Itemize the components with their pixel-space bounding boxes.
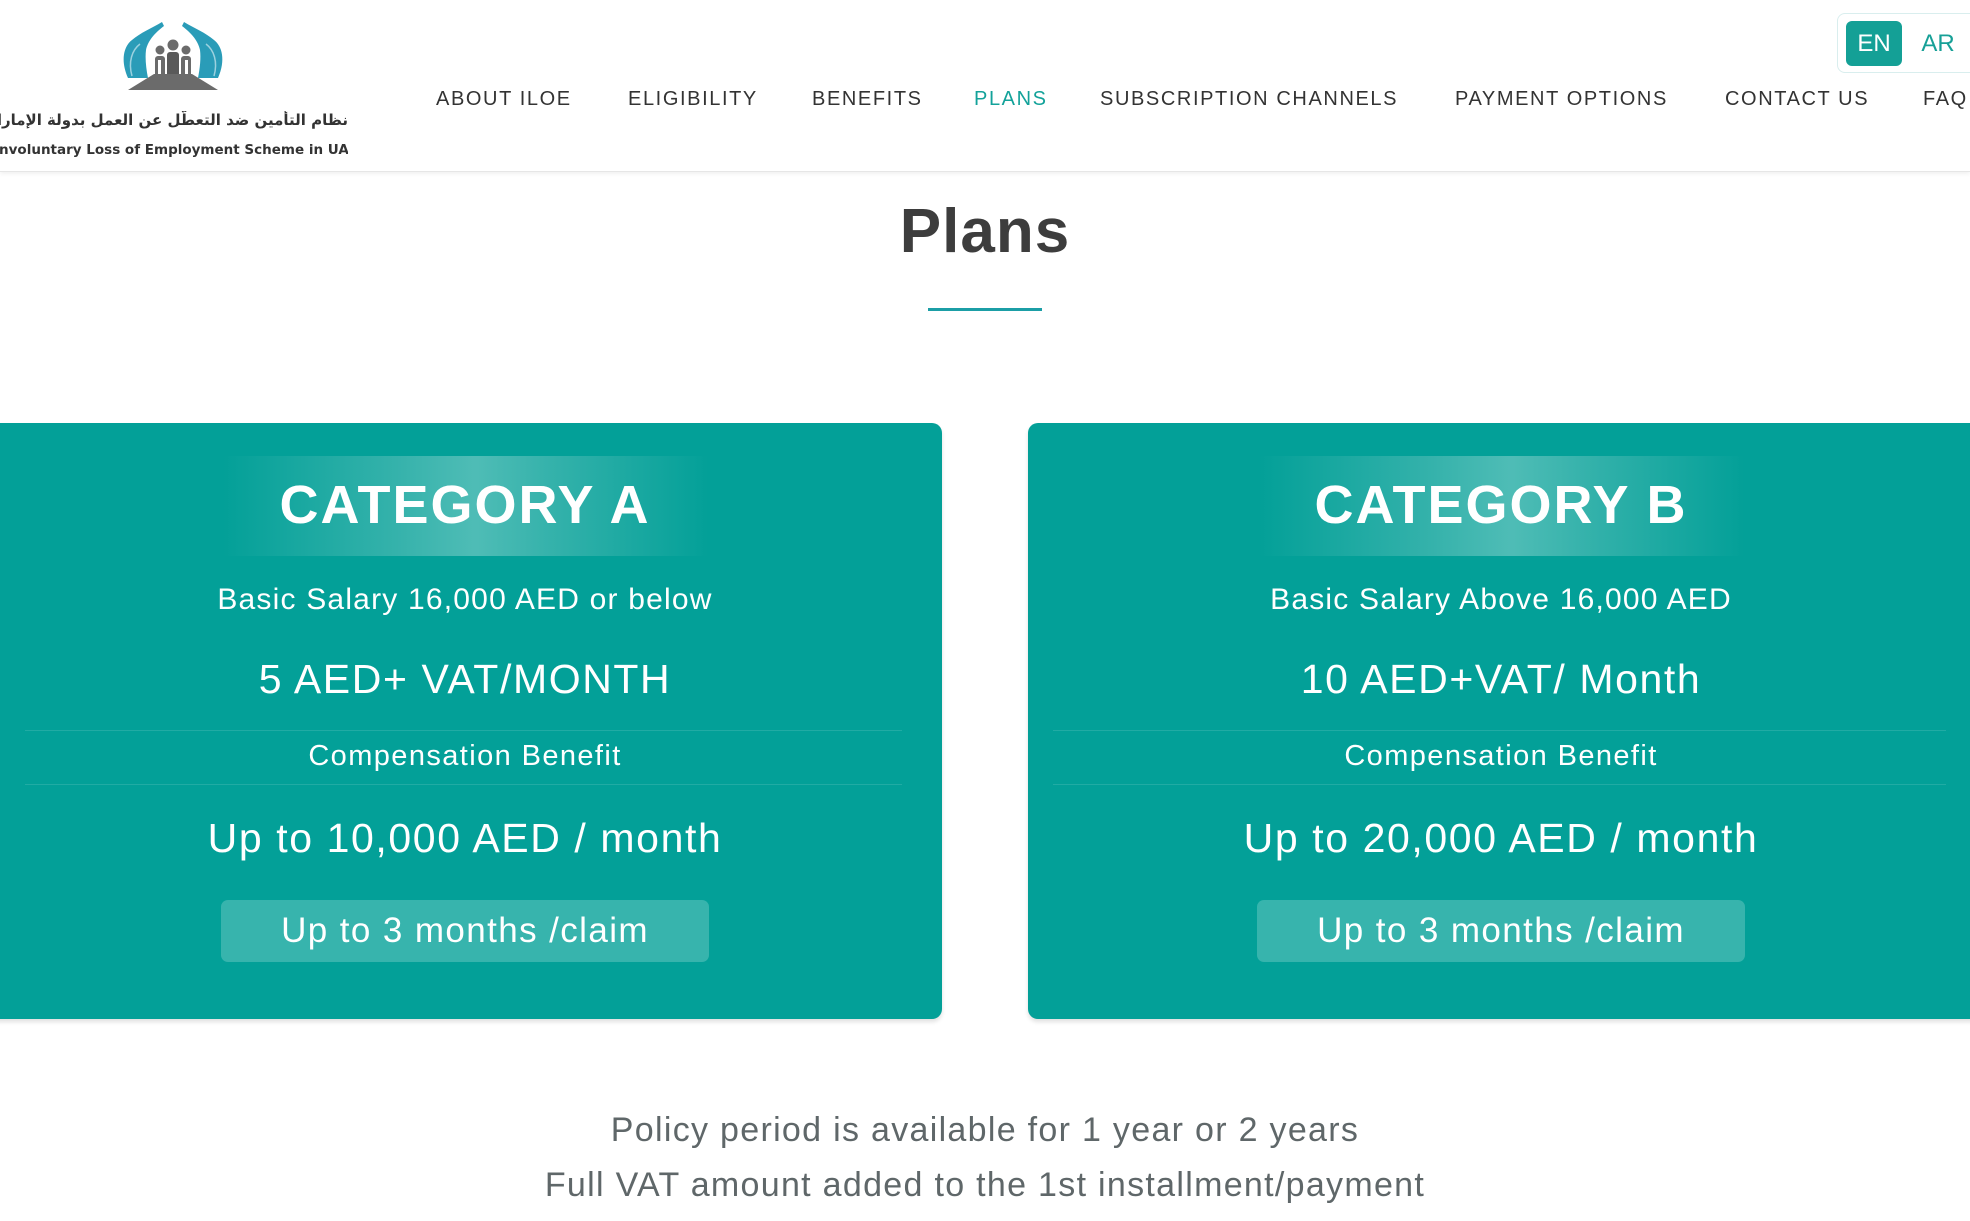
plan-price: 10 AED+VAT/ Month — [1300, 656, 1702, 702]
language-en-button[interactable]: EN — [1846, 21, 1902, 66]
plan-price: 5 AED+ VAT/MONTH — [258, 656, 672, 702]
nav-item-contact-us[interactable]: CONTACT US — [1725, 88, 1869, 111]
language-ar-button[interactable]: AR — [1910, 21, 1966, 66]
plan-claim-duration-badge: Up to 3 months /claim — [1257, 900, 1745, 962]
nav-item-faq[interactable]: FAQ — [1923, 88, 1968, 111]
plan-salary-range: Basic Salary 16,000 AED or below — [217, 583, 713, 616]
plan-card-category-a: CATEGORY A Basic Salary 16,000 AED or be… — [0, 423, 942, 1019]
plan-salary-range: Basic Salary Above 16,000 AED — [1270, 583, 1732, 616]
site-logo[interactable]: نظام التأمين ضد التعطّل عن العمل بدولة ا… — [0, 14, 360, 164]
plan-benefit-amount: Up to 20,000 AED / month — [1243, 815, 1759, 861]
logo-text-arabic: نظام التأمين ضد التعطّل عن العمل بدولة ا… — [0, 111, 348, 129]
site-header: نظام التأمين ضد التعطّل عن العمل بدولة ا… — [0, 0, 1970, 172]
divider — [1053, 730, 1946, 731]
language-switcher: EN AR — [1837, 13, 1970, 73]
divider — [1053, 784, 1946, 785]
title-underline — [928, 308, 1042, 311]
nav-item-benefits[interactable]: BENEFITS — [812, 88, 923, 111]
plan-card-category-b: CATEGORY B Basic Salary Above 16,000 AED… — [1028, 423, 1970, 1019]
nav-item-eligibility[interactable]: ELIGIBILITY — [628, 88, 758, 111]
plan-benefit-label: Compensation Benefit — [308, 740, 622, 772]
policy-period-note: Policy period is available for 1 year or… — [610, 1111, 1360, 1149]
plan-benefit-label: Compensation Benefit — [1344, 740, 1658, 772]
plan-claim-duration-badge: Up to 3 months /claim — [221, 900, 709, 962]
plan-card-content: CATEGORY B Basic Salary Above 16,000 AED… — [1028, 423, 1970, 1019]
nav-item-plans[interactable]: PLANS — [974, 88, 1048, 111]
plan-category-title: CATEGORY A — [279, 475, 651, 535]
plan-category-title: CATEGORY B — [1314, 475, 1688, 535]
divider — [25, 784, 902, 785]
plan-card-content: CATEGORY A Basic Salary 16,000 AED or be… — [0, 423, 930, 1019]
divider — [25, 730, 902, 731]
nav-item-subscription-channels[interactable]: SUBSCRIPTION CHANNELS — [1100, 88, 1398, 111]
plan-benefit-amount: Up to 10,000 AED / month — [207, 815, 723, 861]
logo-text-english: Involuntary Loss of Employment Scheme in… — [0, 142, 348, 158]
nav-item-about-iloe[interactable]: ABOUT ILOE — [436, 88, 572, 111]
nav-item-payment-options[interactable]: PAYMENT OPTIONS — [1455, 88, 1668, 111]
page-title: Plans — [899, 197, 1071, 266]
vat-note: Full VAT amount added to the 1st install… — [544, 1166, 1426, 1204]
hands-protecting-people-logo-icon — [123, 22, 223, 90]
